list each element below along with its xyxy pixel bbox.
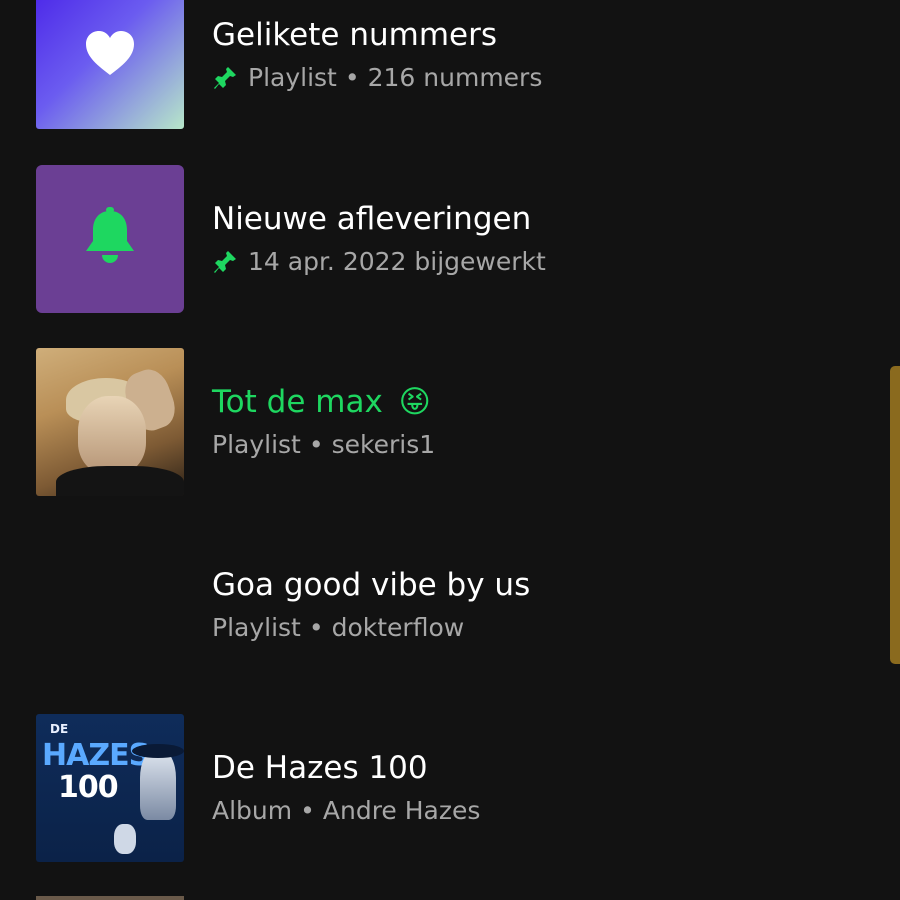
pin-icon: [212, 65, 238, 91]
library-item-liked-songs[interactable]: Gelikete nummers Playlist • 216 nummers: [36, 0, 876, 129]
item-type: Playlist: [248, 63, 337, 92]
cover-text-de: DE: [50, 722, 69, 736]
new-episodes-cover: [36, 165, 184, 313]
item-subtitle: Playlist • 216 nummers: [212, 61, 542, 95]
library-item-new-episodes[interactable]: Nieuwe afleveringen 14 apr. 2022 bijgewe…: [36, 165, 876, 313]
library-item-tot-de-max[interactable]: Tot de max 😝 Playlist • sekeris1: [36, 348, 876, 496]
emoji-tongue-icon: 😝: [398, 384, 431, 420]
item-subtitle: Playlist • dokterflow: [212, 611, 530, 645]
item-detail: Andre Hazes: [322, 796, 481, 825]
cover-text-hazes: HAZES: [42, 738, 150, 773]
item-detail: 216 nummers: [367, 63, 543, 92]
item-subtitle: Album • Andre Hazes: [212, 794, 480, 828]
liked-songs-cover: [36, 0, 184, 129]
separator-dot: •: [308, 613, 324, 642]
item-title: Tot de max 😝: [212, 382, 435, 422]
item-type: Album: [212, 796, 293, 825]
item-title-text: Tot de max: [212, 384, 383, 420]
separator-dot: •: [300, 796, 315, 825]
cover-text-number: 100: [58, 770, 119, 805]
bell-icon: [82, 207, 138, 271]
separator-dot: •: [308, 430, 324, 459]
item-detail: sekeris1: [331, 430, 436, 459]
library-item-partial[interactable]: [36, 896, 184, 900]
album-cover: DE HAZES 100: [36, 714, 184, 862]
playlist-cover-photo: [36, 348, 184, 496]
scrollbar-thumb[interactable]: [890, 366, 900, 664]
item-type: Playlist: [212, 430, 301, 459]
item-title: Goa good vibe by us: [212, 567, 531, 603]
heart-icon: [84, 29, 136, 81]
item-subtitle: Playlist • sekeris1: [212, 428, 435, 462]
library-list: Gelikete nummers Playlist • 216 nummers: [0, 0, 900, 900]
item-title: Gelikete nummers: [212, 17, 497, 53]
pin-icon: [212, 249, 238, 275]
item-title: Nieuwe afleveringen: [212, 201, 532, 237]
item-detail: 14 apr. 2022 bijgewerkt: [248, 247, 546, 276]
item-subtitle: 14 apr. 2022 bijgewerkt: [212, 245, 546, 279]
library-item-goa-good-vibe[interactable]: Goa good vibe by us Playlist • dokterflo…: [36, 531, 876, 679]
separator-dot: •: [344, 63, 360, 92]
playlist-mosaic-cover: [36, 531, 184, 679]
item-type: Playlist: [212, 613, 301, 642]
item-detail: dokterflow: [331, 613, 465, 642]
library-item-de-hazes-100[interactable]: DE HAZES 100 De Hazes 100 Album • Andre …: [36, 714, 876, 862]
item-title: De Hazes 100: [212, 750, 428, 786]
